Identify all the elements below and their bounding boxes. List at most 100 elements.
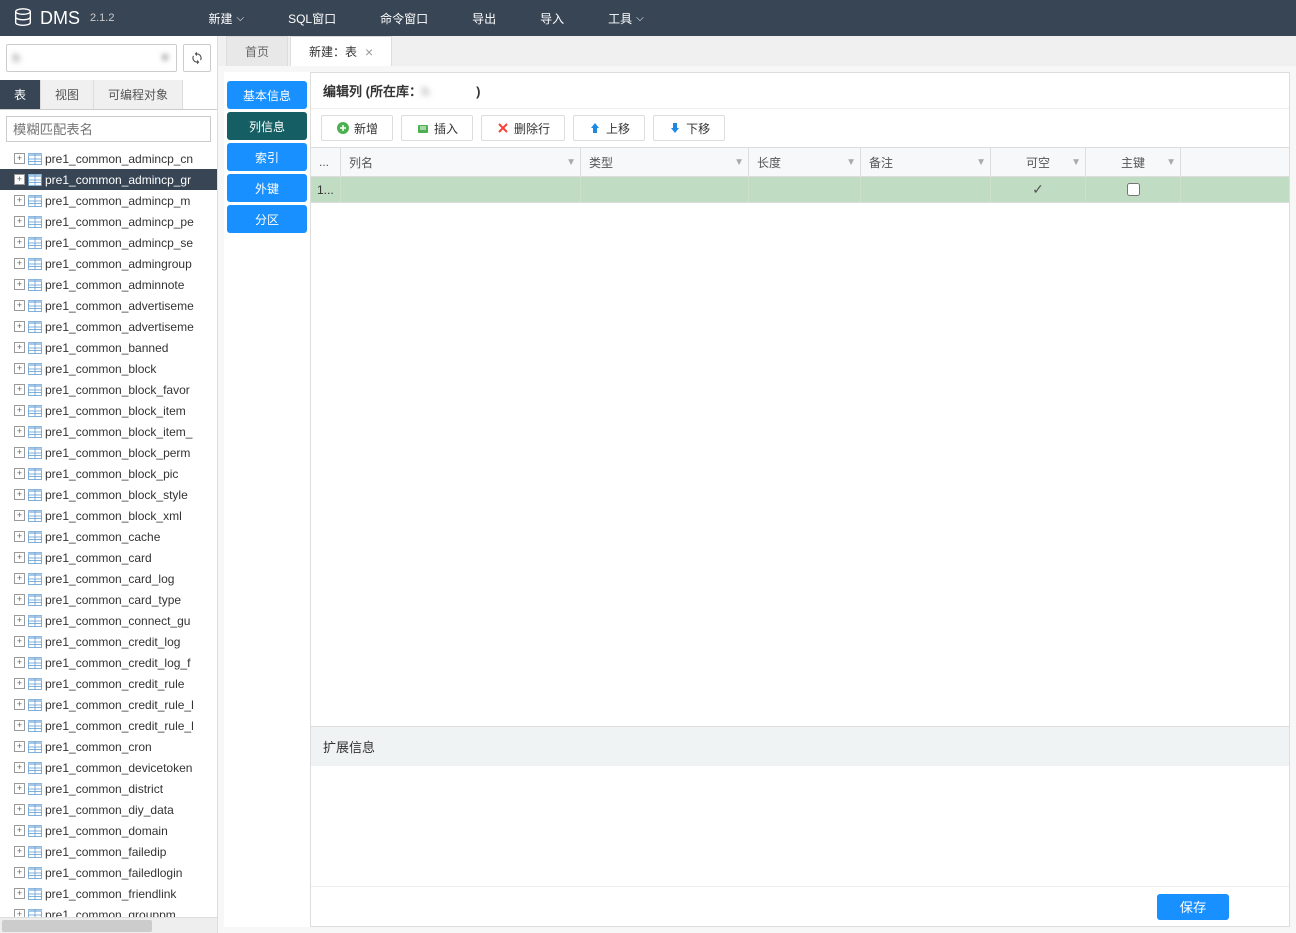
table-item[interactable]: +pre1_common_card_log <box>0 568 217 589</box>
table-item[interactable]: +pre1_common_cron <box>0 736 217 757</box>
expand-icon[interactable]: + <box>14 153 25 164</box>
col-header-1[interactable]: 列名▼ <box>341 148 581 176</box>
table-item[interactable]: +pre1_common_block_xml <box>0 505 217 526</box>
pk-checkbox[interactable] <box>1127 183 1140 196</box>
table-item[interactable]: +pre1_common_card_type <box>0 589 217 610</box>
table-item[interactable]: +pre1_common_admincp_gr <box>0 169 217 190</box>
toolbar-add-button[interactable]: 新增 <box>321 115 393 141</box>
expand-icon[interactable]: + <box>14 594 25 605</box>
table-item[interactable]: +pre1_common_card <box>0 547 217 568</box>
table-item[interactable]: +pre1_common_admincp_cn <box>0 148 217 169</box>
expand-icon[interactable]: + <box>14 762 25 773</box>
menu-4[interactable]: 导入 <box>518 0 586 36</box>
expand-icon[interactable]: + <box>14 342 25 353</box>
table-item[interactable]: +pre1_common_block_style <box>0 484 217 505</box>
expand-icon[interactable]: + <box>14 552 25 563</box>
cell[interactable] <box>861 177 991 202</box>
table-item[interactable]: +pre1_common_friendlink <box>0 883 217 904</box>
table-item[interactable]: +pre1_common_grouppm <box>0 904 217 917</box>
refresh-button[interactable] <box>183 44 211 72</box>
db-selector[interactable]: h ▼ <box>6 44 177 72</box>
expand-icon[interactable]: + <box>14 363 25 374</box>
obj-tab-1[interactable]: 视图 <box>41 80 94 109</box>
obj-tab-2[interactable]: 可编程对象 <box>94 80 183 109</box>
expand-icon[interactable]: + <box>14 636 25 647</box>
table-item[interactable]: +pre1_common_credit_rule_l <box>0 715 217 736</box>
expand-icon[interactable]: + <box>14 216 25 227</box>
expand-icon[interactable]: + <box>14 384 25 395</box>
menu-1[interactable]: SQL窗口 <box>266 0 358 36</box>
table-item[interactable]: +pre1_common_credit_log <box>0 631 217 652</box>
close-icon[interactable]: × <box>365 44 373 60</box>
table-item[interactable]: +pre1_common_block_item_ <box>0 421 217 442</box>
expand-icon[interactable]: + <box>14 657 25 668</box>
table-item[interactable]: +pre1_common_block_pic <box>0 463 217 484</box>
vtab-4[interactable]: 分区 <box>227 205 307 233</box>
scrollbar-horizontal[interactable] <box>0 917 217 933</box>
filter-icon[interactable]: ▼ <box>846 157 856 168</box>
expand-icon[interactable]: + <box>14 804 25 815</box>
table-item[interactable]: +pre1_common_district <box>0 778 217 799</box>
toolbar-insert-button[interactable]: 插入 <box>401 115 473 141</box>
filter-icon[interactable]: ▼ <box>734 157 744 168</box>
table-item[interactable]: +pre1_common_domain <box>0 820 217 841</box>
expand-icon[interactable]: + <box>14 447 25 458</box>
obj-tab-0[interactable]: 表 <box>0 80 41 109</box>
expand-icon[interactable]: + <box>14 909 25 917</box>
expand-icon[interactable]: + <box>14 867 25 878</box>
menu-3[interactable]: 导出 <box>450 0 518 36</box>
expand-icon[interactable]: + <box>14 615 25 626</box>
expand-icon[interactable]: + <box>14 468 25 479</box>
table-item[interactable]: +pre1_common_devicetoken <box>0 757 217 778</box>
table-item[interactable]: +pre1_common_admingroup <box>0 253 217 274</box>
cell[interactable] <box>1086 177 1181 202</box>
table-item[interactable]: +pre1_common_connect_gu <box>0 610 217 631</box>
col-header-5[interactable]: 可空▼ <box>991 148 1086 176</box>
expand-icon[interactable]: + <box>14 846 25 857</box>
expand-icon[interactable]: + <box>14 426 25 437</box>
expand-icon[interactable]: + <box>14 741 25 752</box>
toolbar-up-button[interactable]: 上移 <box>573 115 645 141</box>
expand-icon[interactable]: + <box>14 699 25 710</box>
table-tree[interactable]: +pre1_common_admincp_cn+pre1_common_admi… <box>0 148 217 917</box>
col-header-3[interactable]: 长度▼ <box>749 148 861 176</box>
menu-0[interactable]: 新建⌵ <box>186 0 266 36</box>
table-item[interactable]: +pre1_common_diy_data <box>0 799 217 820</box>
grid-body[interactable]: 1...✓ <box>311 177 1289 726</box>
content-tab-0[interactable]: 首页 <box>226 36 288 66</box>
expand-icon[interactable]: + <box>14 300 25 311</box>
toolbar-delete-button[interactable]: 删除行 <box>481 115 565 141</box>
vtab-3[interactable]: 外键 <box>227 174 307 202</box>
expand-icon[interactable]: + <box>14 573 25 584</box>
expand-icon[interactable]: + <box>14 258 25 269</box>
expand-icon[interactable]: + <box>14 195 25 206</box>
table-item[interactable]: +pre1_common_credit_log_f <box>0 652 217 673</box>
filter-icon[interactable]: ▼ <box>976 157 986 168</box>
col-header-4[interactable]: 备注▼ <box>861 148 991 176</box>
expand-icon[interactable]: + <box>14 405 25 416</box>
expand-icon[interactable]: + <box>14 678 25 689</box>
expand-icon[interactable]: + <box>14 174 25 185</box>
table-item[interactable]: +pre1_common_block_perm <box>0 442 217 463</box>
vtab-1[interactable]: 列信息 <box>227 112 307 140</box>
table-item[interactable]: +pre1_common_advertiseme <box>0 295 217 316</box>
table-item[interactable]: +pre1_common_block <box>0 358 217 379</box>
table-item[interactable]: +pre1_common_credit_rule_l <box>0 694 217 715</box>
menu-2[interactable]: 命令窗口 <box>358 0 450 36</box>
table-item[interactable]: +pre1_common_failedip <box>0 841 217 862</box>
expand-icon[interactable]: + <box>14 783 25 794</box>
table-search-input[interactable] <box>6 116 211 142</box>
expand-icon[interactable]: + <box>14 888 25 899</box>
expand-icon[interactable]: + <box>14 237 25 248</box>
expand-icon[interactable]: + <box>14 489 25 500</box>
table-item[interactable]: +pre1_common_credit_rule <box>0 673 217 694</box>
table-item[interactable]: +pre1_common_adminnote <box>0 274 217 295</box>
table-item[interactable]: +pre1_common_failedlogin <box>0 862 217 883</box>
toolbar-down-button[interactable]: 下移 <box>653 115 725 141</box>
cell[interactable] <box>749 177 861 202</box>
filter-icon[interactable]: ▼ <box>1071 157 1081 168</box>
expand-icon[interactable]: + <box>14 279 25 290</box>
table-item[interactable]: +pre1_common_block_item <box>0 400 217 421</box>
table-item[interactable]: +pre1_common_admincp_pe <box>0 211 217 232</box>
cell[interactable]: ✓ <box>991 177 1086 202</box>
